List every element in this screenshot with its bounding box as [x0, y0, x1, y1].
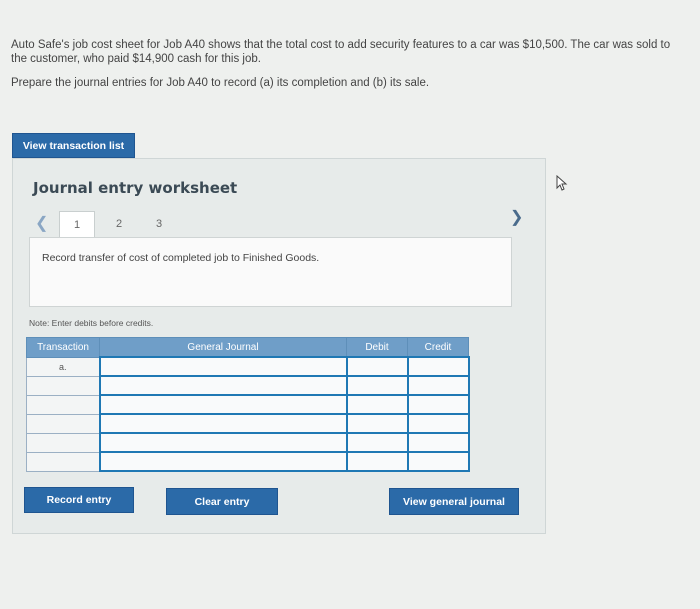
credit-input[interactable] — [406, 375, 470, 396]
credit-input[interactable] — [406, 394, 470, 415]
credit-input[interactable] — [406, 432, 470, 453]
record-entry-button[interactable]: Record entry — [24, 487, 134, 513]
account-input[interactable] — [98, 356, 348, 377]
debit-input[interactable] — [345, 356, 409, 377]
view-general-journal-button[interactable]: View general journal — [389, 488, 519, 515]
credit-input[interactable] — [406, 451, 470, 472]
problem-statement: Auto Safe's job cost sheet for Job A40 s… — [11, 38, 700, 90]
entry-instruction: Record transfer of cost of completed job… — [42, 252, 320, 264]
header-transaction: Transaction — [26, 337, 100, 358]
chevron-right-icon[interactable]: ❯ — [510, 207, 523, 227]
tab-3[interactable]: 3 — [141, 211, 177, 239]
account-input[interactable] — [98, 413, 348, 434]
problem-prompt: Prepare the journal entries for Job A40 … — [11, 77, 430, 89]
transaction-cell — [26, 375, 100, 396]
table-row — [26, 413, 470, 434]
header-general-journal: General Journal — [99, 337, 347, 358]
table-row: a. — [26, 356, 470, 377]
journal-entry-table: Transaction General Journal Debit Credit… — [26, 337, 470, 472]
tab-2[interactable]: 2 — [101, 211, 137, 239]
transaction-cell — [26, 413, 100, 434]
debit-input[interactable] — [345, 375, 409, 396]
account-input[interactable] — [98, 394, 348, 415]
worksheet-title: Journal entry worksheet — [33, 179, 238, 197]
transaction-cell — [26, 432, 100, 453]
view-transaction-list-button[interactable]: View transaction list — [12, 133, 135, 158]
tab-panel: Record transfer of cost of completed job… — [29, 237, 512, 307]
header-credit: Credit — [407, 337, 469, 358]
mouse-pointer-icon — [556, 174, 568, 196]
table-header-row: Transaction General Journal Debit Credit — [26, 337, 469, 358]
table-row — [26, 432, 470, 453]
header-debit: Debit — [346, 337, 408, 358]
chevron-left-icon[interactable]: ❮ — [35, 213, 48, 233]
transaction-cell — [26, 394, 100, 415]
table-row — [26, 375, 470, 396]
account-input[interactable] — [98, 451, 348, 472]
debit-input[interactable] — [345, 451, 409, 472]
credit-input[interactable] — [406, 413, 470, 434]
credit-input[interactable] — [406, 356, 470, 377]
journal-entry-worksheet: Journal entry worksheet ❮ 1 2 3 ❯ Record… — [12, 158, 546, 534]
debits-note: Note: Enter debits before credits. — [29, 318, 154, 328]
debit-input[interactable] — [345, 413, 409, 434]
transaction-cell: a. — [26, 356, 100, 377]
account-input[interactable] — [98, 375, 348, 396]
problem-text-line1: Auto Safe's job cost sheet for Job A40 s… — [11, 39, 671, 51]
account-input[interactable] — [98, 432, 348, 453]
problem-text-line2: the customer, who paid $14,900 cash for … — [11, 53, 261, 65]
table-row — [26, 451, 470, 472]
transaction-cell — [26, 451, 100, 472]
debit-input[interactable] — [345, 432, 409, 453]
debit-input[interactable] — [345, 394, 409, 415]
clear-entry-button[interactable]: Clear entry — [166, 488, 278, 515]
table-row — [26, 394, 470, 415]
